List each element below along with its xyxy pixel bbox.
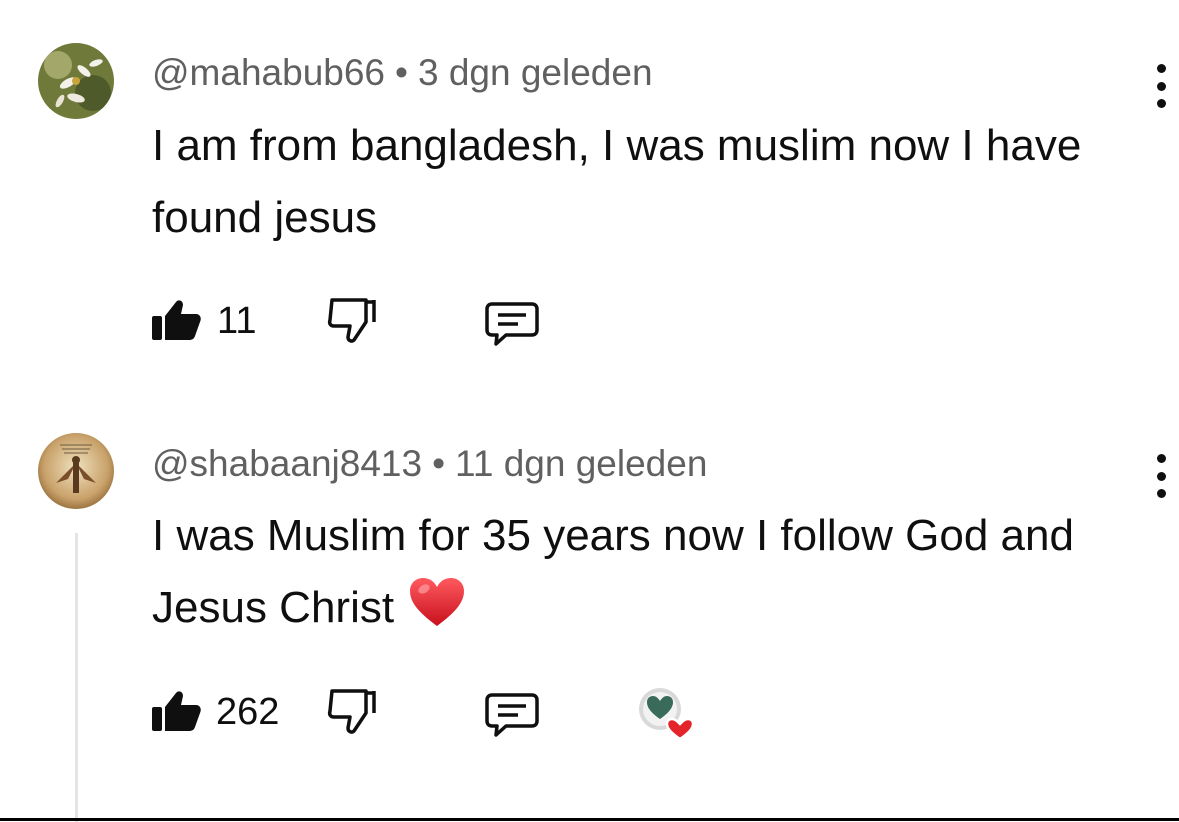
comment-bubble-icon bbox=[485, 693, 539, 737]
separator-dot: • bbox=[432, 443, 446, 484]
red-heart-emoji-icon bbox=[408, 576, 466, 650]
bottom-divider bbox=[0, 818, 1179, 821]
creator-heart-badge bbox=[636, 685, 696, 745]
separator-dot: • bbox=[395, 52, 408, 93]
comment-text: I am from bangladesh, I was muslim now I… bbox=[152, 121, 1082, 242]
comment-header: @shabaanj8413 • 11 dgn geleden bbox=[152, 442, 707, 486]
avatar[interactable] bbox=[38, 43, 114, 119]
comment-bubble-icon bbox=[485, 302, 539, 346]
reply-button[interactable] bbox=[484, 300, 540, 353]
like-count: 262 bbox=[216, 691, 280, 733]
like-button[interactable] bbox=[150, 689, 202, 738]
angel-painting-avatar-icon bbox=[38, 433, 114, 509]
like-count: 11 bbox=[217, 300, 257, 342]
more-options-icon[interactable] bbox=[1153, 454, 1169, 498]
comment-item: @shabaanj8413 • 11 dgn geleden I was Musli… bbox=[0, 400, 1179, 822]
dislike-button[interactable] bbox=[326, 687, 378, 740]
thumbs-up-filled-icon bbox=[152, 691, 201, 731]
comment-item: @mahabub66 • 3 dgn geleden I am from bangl… bbox=[0, 0, 1179, 400]
author-handle[interactable]: @shabaanj8413 bbox=[152, 443, 422, 484]
author-handle[interactable]: @mahabub66 bbox=[152, 52, 385, 93]
creator-heart-icon bbox=[639, 688, 695, 741]
more-options-icon[interactable] bbox=[1153, 64, 1169, 108]
reply-button[interactable] bbox=[484, 691, 540, 744]
thumbs-down-icon bbox=[327, 689, 376, 734]
comment-header: @mahabub66 • 3 dgn geleden bbox=[152, 51, 653, 95]
timestamp[interactable]: 3 dgn geleden bbox=[418, 52, 653, 93]
comment-text: I was Muslim for 35 years now I follow G… bbox=[152, 500, 1152, 650]
thumbs-up-filled-icon bbox=[152, 300, 201, 340]
timestamp[interactable]: 11 dgn geleden bbox=[455, 443, 707, 484]
thumbs-down-icon bbox=[327, 298, 376, 343]
thread-line bbox=[75, 533, 78, 822]
flower-photo-avatar-icon bbox=[38, 43, 114, 119]
comment-text-content: I was Muslim for 35 years now I follow G… bbox=[152, 511, 1074, 632]
dislike-button[interactable] bbox=[326, 296, 378, 349]
like-button[interactable] bbox=[150, 298, 202, 347]
avatar[interactable] bbox=[38, 433, 114, 509]
